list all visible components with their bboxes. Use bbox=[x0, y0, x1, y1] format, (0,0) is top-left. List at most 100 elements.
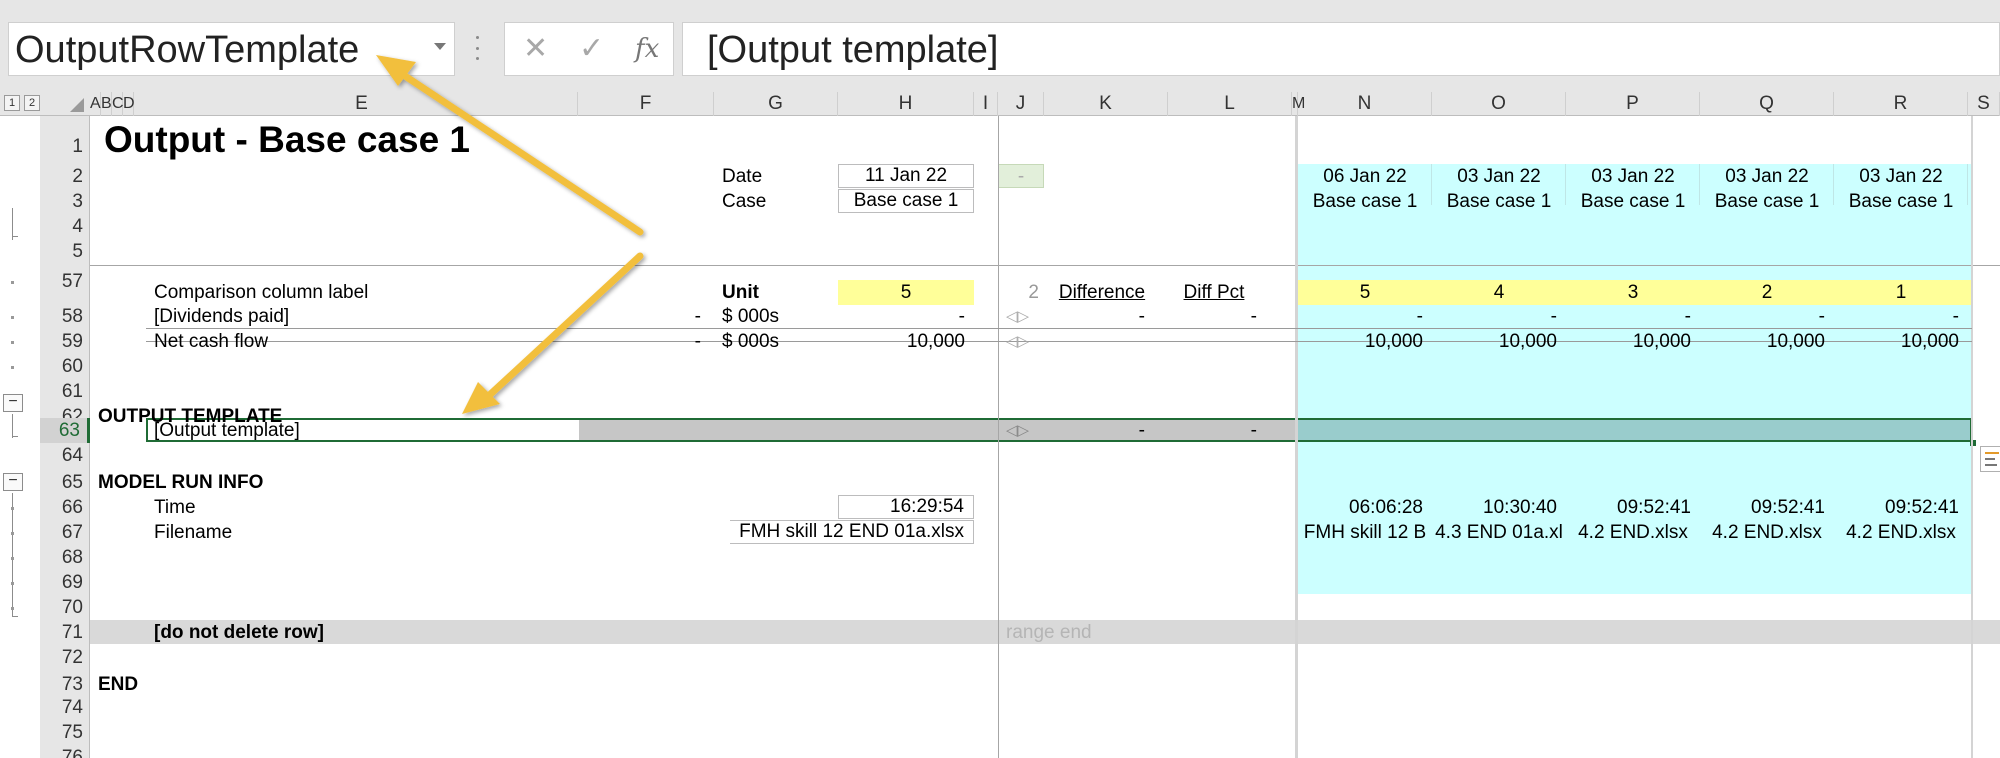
row-header-75[interactable]: 75 bbox=[40, 720, 90, 745]
run-time-p: 09:52:41 bbox=[1617, 497, 1691, 518]
unit-value[interactable]: 5 bbox=[838, 280, 974, 305]
column-header-r[interactable]: R bbox=[1834, 92, 1968, 116]
name-box-value[interactable]: OutputRowTemplate bbox=[15, 27, 359, 73]
output-template-difference: - bbox=[1138, 420, 1145, 441]
outline-dot bbox=[11, 532, 14, 535]
run-filename-o: 4.3 END 01a.xl bbox=[1435, 522, 1563, 543]
date-value[interactable]: 11 Jan 22 bbox=[838, 164, 974, 188]
flag-cell-value: - bbox=[1017, 166, 1025, 187]
run-filename-q: 4.2 END.xlsx bbox=[1712, 522, 1822, 543]
row-header-58[interactable]: 58 bbox=[40, 304, 90, 329]
formula-bar-grip-icon[interactable] bbox=[474, 36, 480, 60]
time-value[interactable]: 16:29:54 bbox=[838, 495, 974, 519]
dividends-diffpct: - bbox=[1250, 306, 1257, 327]
row-header-3[interactable]: 3 bbox=[40, 189, 90, 214]
row-header-67[interactable]: 67 bbox=[40, 520, 90, 545]
run-case-n: Base case 1 bbox=[1312, 191, 1418, 212]
output-template-label[interactable]: [Output template] bbox=[154, 418, 300, 442]
column-header-a[interactable]: A bbox=[90, 92, 101, 116]
row-header-70[interactable]: 70 bbox=[40, 595, 90, 620]
column-header-j[interactable]: J bbox=[998, 92, 1044, 116]
column-header-p[interactable]: P bbox=[1566, 92, 1700, 116]
run-case-o: Base case 1 bbox=[1446, 191, 1552, 212]
column-header-s[interactable]: S bbox=[1968, 92, 2000, 116]
filename-value[interactable]: FMH skill 12 END 01a.xlsx bbox=[730, 520, 974, 544]
column-header-o[interactable]: O bbox=[1432, 92, 1566, 116]
run-date-r: 03 Jan 22 bbox=[1859, 166, 1943, 187]
net-cash-run-n: 10,000 bbox=[1364, 331, 1423, 352]
row-header-57[interactable]: 57 bbox=[40, 269, 90, 294]
row-header-4[interactable]: 4 bbox=[40, 214, 90, 239]
outline-dot bbox=[11, 582, 14, 585]
column-header-d[interactable]: D bbox=[123, 92, 135, 116]
row-header-72[interactable]: 72 bbox=[40, 645, 90, 670]
column-divider-s bbox=[1971, 116, 1973, 758]
row-header-63[interactable]: 63 bbox=[40, 418, 90, 443]
column-header-bar: 1 2 ABCDEFGHIJKLMNOPQRS bbox=[0, 92, 2000, 116]
outline-dot bbox=[11, 366, 14, 369]
outline-level-1-button[interactable]: 1 bbox=[4, 95, 20, 111]
row-header-64[interactable]: 64 bbox=[40, 443, 90, 468]
run-filename-n: FMH skill 12 B bbox=[1303, 522, 1427, 543]
row-header-71[interactable]: 71 bbox=[40, 620, 90, 645]
row-header-66[interactable]: 66 bbox=[40, 495, 90, 520]
formula-input[interactable]: [Output template] bbox=[682, 22, 2000, 76]
net-cash-run-o: 10,000 bbox=[1498, 331, 1557, 352]
row-header-2[interactable]: 2 bbox=[40, 164, 90, 189]
run-date-p: 03 Jan 22 bbox=[1591, 166, 1675, 187]
case-label: Case bbox=[722, 191, 767, 212]
column-header-k[interactable]: K bbox=[1044, 92, 1168, 116]
row-header-73[interactable]: 73 bbox=[40, 672, 90, 697]
dividends-run-r: - bbox=[1952, 306, 1959, 327]
row-header-59[interactable]: 59 bbox=[40, 329, 90, 354]
range-end-marker: range end bbox=[1006, 622, 1092, 643]
row-header-5[interactable]: 5 bbox=[40, 239, 90, 264]
row-header-74[interactable]: 74 bbox=[40, 695, 90, 720]
column-header-g[interactable]: G bbox=[714, 92, 838, 116]
worksheet-grid[interactable]: Output - Base case 1 Date 11 Jan 22 - Ca… bbox=[90, 116, 2000, 758]
dividends-h: - bbox=[958, 306, 965, 327]
row-header-61[interactable]: 61 bbox=[40, 379, 90, 404]
column-header-h[interactable]: H bbox=[838, 92, 974, 116]
column-header-b[interactable]: B bbox=[101, 92, 112, 116]
row-header-69[interactable]: 69 bbox=[40, 570, 90, 595]
name-box[interactable]: OutputRowTemplate bbox=[8, 22, 455, 76]
dividends-difference: - bbox=[1138, 306, 1145, 327]
row-header-68[interactable]: 68 bbox=[40, 545, 90, 570]
chevron-down-icon[interactable] bbox=[434, 43, 446, 50]
column-header-e[interactable]: E bbox=[146, 92, 578, 116]
outline-collapse-button[interactable]: − bbox=[3, 394, 23, 412]
run-filename-r: 4.2 END.xlsx bbox=[1846, 522, 1956, 543]
time-label: Time bbox=[154, 497, 196, 518]
outline-dot bbox=[11, 507, 14, 510]
diffpct-header: Diff Pct bbox=[1183, 282, 1245, 303]
outline-bracket-tick bbox=[12, 616, 18, 617]
dividends-f: - bbox=[694, 306, 701, 327]
run-unit-p: 3 bbox=[1627, 282, 1639, 303]
quick-analysis-icon[interactable] bbox=[1980, 446, 2000, 472]
row-header-65[interactable]: 65 bbox=[40, 470, 90, 495]
column-header-l[interactable]: L bbox=[1168, 92, 1292, 116]
cancel-icon[interactable]: ✕ bbox=[523, 31, 548, 67]
column-header-i[interactable]: I bbox=[974, 92, 998, 116]
column-header-f[interactable]: F bbox=[578, 92, 714, 116]
column-header-q[interactable]: Q bbox=[1700, 92, 1834, 116]
run-filename-p: 4.2 END.xlsx bbox=[1578, 522, 1688, 543]
freeze-pane-line bbox=[90, 265, 2000, 266]
outline-dot bbox=[11, 316, 14, 319]
select-all-corner-icon[interactable] bbox=[70, 98, 84, 112]
column-header-n[interactable]: N bbox=[1298, 92, 1432, 116]
row-header-1[interactable]: 1 bbox=[40, 134, 90, 159]
net-cash-f: - bbox=[694, 331, 701, 352]
row-header-60[interactable]: 60 bbox=[40, 354, 90, 379]
run-time-r: 09:52:41 bbox=[1885, 497, 1959, 518]
dividends-run-o: - bbox=[1550, 306, 1557, 327]
formula-text[interactable]: [Output template] bbox=[707, 27, 999, 73]
enter-icon[interactable]: ✓ bbox=[579, 31, 604, 67]
insert-function-icon[interactable]: fx bbox=[635, 31, 659, 67]
row-header-76[interactable]: 76 bbox=[40, 745, 90, 758]
case-value[interactable]: Base case 1 bbox=[838, 189, 974, 213]
outline-level-2-button[interactable]: 2 bbox=[24, 95, 40, 111]
column-header-c[interactable]: C bbox=[112, 92, 124, 116]
outline-collapse-button[interactable]: − bbox=[3, 473, 23, 491]
